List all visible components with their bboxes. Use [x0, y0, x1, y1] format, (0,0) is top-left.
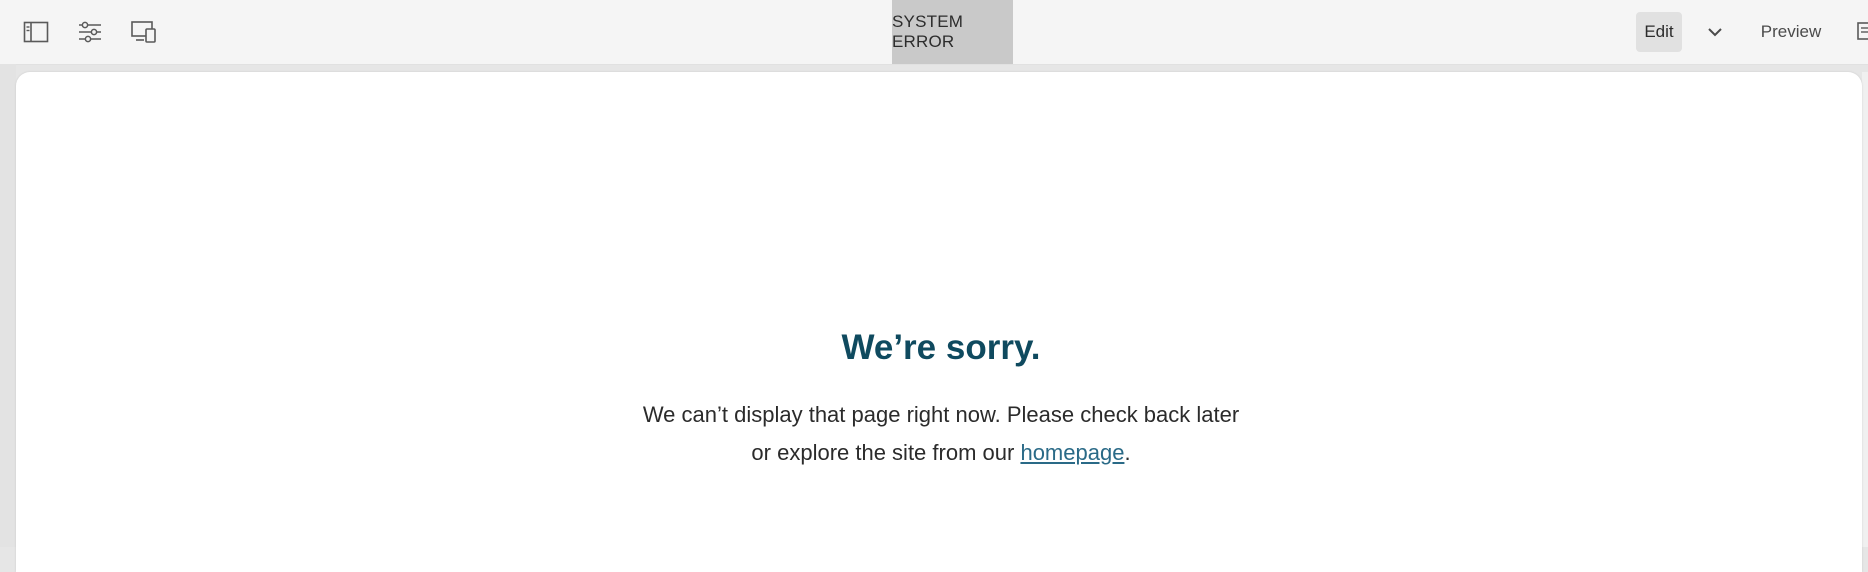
page-canvas	[16, 72, 1862, 572]
error-message: We can’t display that page right now. Pl…	[0, 396, 1868, 472]
page-title: SYSTEM ERROR	[892, 0, 1013, 64]
side-panel-icon[interactable]	[21, 18, 51, 46]
properties-icon[interactable]	[75, 18, 105, 46]
edit-mode-button[interactable]: Edit	[1636, 12, 1682, 52]
error-message-line-1: We can’t display that page right now. Pl…	[642, 402, 1240, 427]
error-message-suffix: .	[1124, 440, 1131, 465]
error-heading: We’re sorry.	[841, 328, 1041, 367]
editor-toolbar: SYSTEM ERROR Edit Preview	[0, 0, 1868, 65]
preview-button[interactable]: Preview	[1752, 12, 1830, 52]
workspace-gutter	[0, 64, 16, 547]
chevron-down-icon[interactable]	[1700, 12, 1730, 52]
homepage-link[interactable]: homepage	[1020, 440, 1124, 465]
error-message-line-2: or explore the site from our homepage.	[0, 434, 1868, 472]
device-emulator-icon[interactable]	[129, 18, 159, 46]
workspace-rail	[1862, 72, 1868, 547]
error-message-prefix: or explore the site from our	[751, 440, 1015, 465]
annotations-icon[interactable]	[1856, 18, 1868, 46]
